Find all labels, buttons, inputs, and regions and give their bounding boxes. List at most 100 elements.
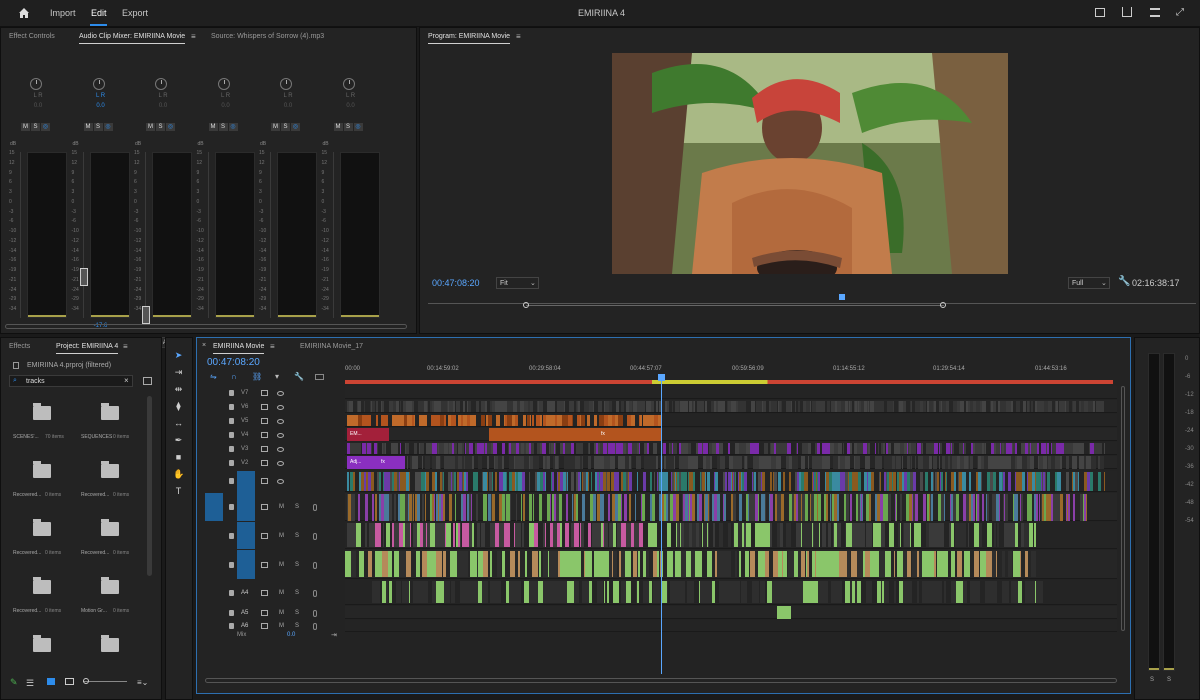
- clip[interactable]: [571, 443, 574, 454]
- clip[interactable]: [913, 443, 916, 454]
- clip[interactable]: [802, 551, 805, 577]
- clip[interactable]: [686, 472, 687, 491]
- clip[interactable]: [656, 456, 658, 469]
- clip[interactable]: [371, 472, 374, 491]
- clip[interactable]: [656, 401, 658, 412]
- project-bin-item[interactable]: Recovered... 0 items: [9, 570, 69, 628]
- clip[interactable]: [530, 415, 531, 426]
- clip[interactable]: [679, 581, 685, 603]
- clip[interactable]: [707, 472, 710, 491]
- clip[interactable]: [531, 581, 538, 603]
- clip[interactable]: [616, 401, 619, 412]
- clip[interactable]: [532, 551, 538, 577]
- clip[interactable]: [454, 443, 457, 454]
- clip[interactable]: [637, 581, 639, 603]
- mute-button[interactable]: M: [333, 123, 343, 131]
- clip[interactable]: [665, 472, 668, 491]
- clip[interactable]: [1098, 443, 1102, 454]
- clip[interactable]: [409, 472, 410, 491]
- clip[interactable]: [364, 401, 365, 412]
- clip[interactable]: [964, 523, 966, 547]
- clip[interactable]: [883, 401, 884, 412]
- project-bin-item[interactable]: [9, 628, 69, 686]
- clip[interactable]: [463, 401, 465, 412]
- lock-icon[interactable]: [229, 561, 234, 568]
- clip[interactable]: [531, 443, 534, 454]
- clip[interactable]: [880, 472, 881, 491]
- mute-icon[interactable]: M: [279, 623, 284, 629]
- clip[interactable]: [422, 443, 424, 454]
- clip[interactable]: [894, 472, 896, 491]
- clip[interactable]: [591, 472, 592, 491]
- clip[interactable]: [808, 456, 809, 469]
- clip[interactable]: [888, 494, 891, 521]
- clip[interactable]: [413, 494, 414, 521]
- clip[interactable]: [520, 581, 521, 603]
- pan-knob-icon[interactable]: [342, 78, 355, 90]
- clip[interactable]: [818, 494, 821, 521]
- clip[interactable]: [931, 494, 933, 521]
- clip[interactable]: [954, 551, 955, 577]
- clip[interactable]: [551, 401, 555, 412]
- clip[interactable]: [578, 401, 580, 412]
- clip[interactable]: [845, 456, 850, 469]
- clip[interactable]: [591, 551, 592, 577]
- clip[interactable]: [817, 443, 820, 454]
- clip[interactable]: [994, 523, 996, 547]
- mute-button[interactable]: M: [146, 123, 155, 131]
- clip[interactable]: [583, 494, 585, 521]
- clip[interactable]: [613, 581, 619, 603]
- list-view-icon[interactable]: ☰: [26, 678, 34, 689]
- clip[interactable]: [529, 494, 532, 521]
- clip[interactable]: [888, 443, 891, 454]
- sync-lock-icon[interactable]: [261, 478, 268, 484]
- clip[interactable]: [952, 443, 954, 454]
- clip[interactable]: [400, 401, 401, 412]
- clip[interactable]: [697, 456, 698, 469]
- clip[interactable]: [472, 456, 474, 469]
- clip[interactable]: [762, 472, 765, 491]
- clip[interactable]: [1008, 472, 1011, 491]
- clip[interactable]: [946, 472, 947, 491]
- clip[interactable]: [746, 523, 751, 547]
- clip[interactable]: [455, 494, 456, 521]
- tab-project[interactable]: Project: EMIRIINA 4: [56, 343, 119, 354]
- clip[interactable]: [941, 472, 943, 491]
- clip[interactable]: [476, 494, 478, 521]
- clip[interactable]: [352, 494, 355, 521]
- clip[interactable]: [923, 494, 926, 521]
- clip[interactable]: [933, 456, 937, 469]
- clip[interactable]: [699, 523, 701, 547]
- clip[interactable]: [1030, 456, 1034, 469]
- clip[interactable]: [650, 472, 652, 491]
- pan-knob-icon[interactable]: [155, 78, 167, 90]
- clip[interactable]: [553, 472, 554, 491]
- clip[interactable]: [795, 401, 796, 412]
- clip[interactable]: [1104, 443, 1105, 454]
- timeline-h-scrollbar[interactable]: [205, 678, 1117, 683]
- clip[interactable]: [818, 472, 820, 491]
- clip[interactable]: [496, 415, 500, 426]
- a2-target[interactable]: [237, 522, 255, 549]
- clip[interactable]: [443, 494, 445, 521]
- clip[interactable]: [1018, 581, 1022, 603]
- track-header-a5[interactable]: A5 M S: [197, 606, 343, 619]
- clip[interactable]: [624, 494, 627, 521]
- clip[interactable]: [386, 581, 388, 603]
- fit-dropdown[interactable]: Fit ⌄: [496, 277, 539, 289]
- lock-icon[interactable]: [229, 445, 234, 452]
- nav-edit[interactable]: Edit: [91, 8, 107, 18]
- clip[interactable]: [720, 456, 725, 469]
- clip[interactable]: [808, 443, 811, 454]
- clip[interactable]: [1034, 523, 1036, 547]
- clip[interactable]: [721, 401, 725, 412]
- mixer-scrollbar[interactable]: [5, 324, 407, 329]
- clip[interactable]: [593, 401, 594, 412]
- clip[interactable]: [506, 472, 507, 491]
- clip[interactable]: [571, 472, 574, 491]
- clip[interactable]: [372, 494, 374, 521]
- clip[interactable]: [371, 443, 372, 454]
- clip[interactable]: [862, 494, 863, 521]
- clip[interactable]: [485, 401, 487, 412]
- clip[interactable]: [555, 443, 556, 454]
